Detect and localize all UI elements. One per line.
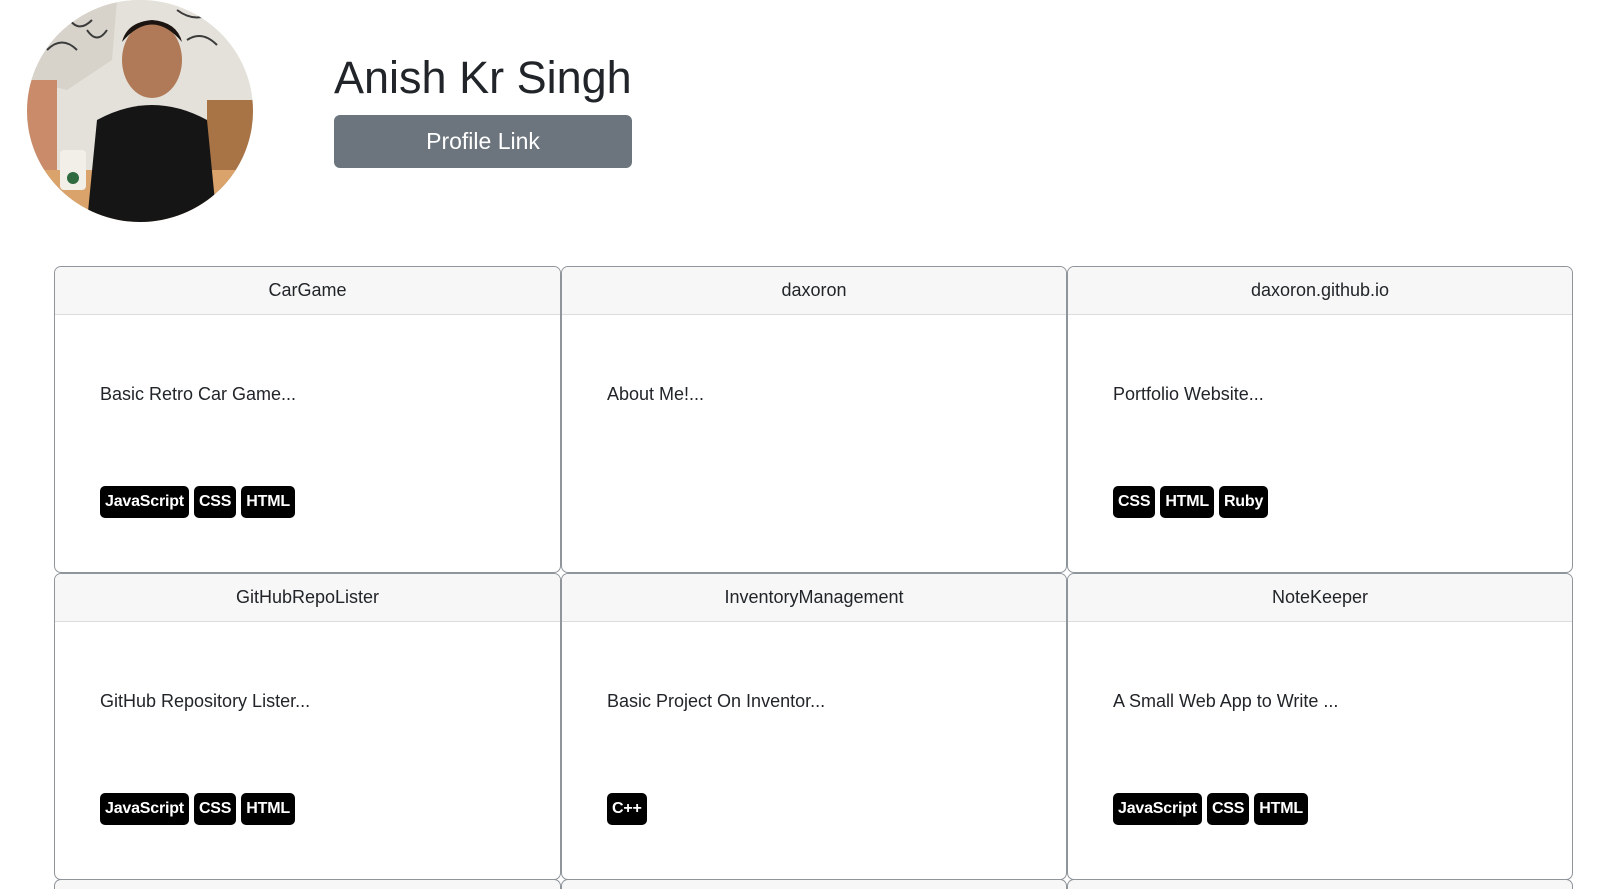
repo-grid: CarGame Basic Retro Car Game... JavaScri… [54,266,1573,880]
language-badge: CSS [1113,486,1156,518]
repo-description: GitHub Repository Lister... [100,691,311,711]
profile-link-button[interactable]: Profile Link [334,115,632,168]
repo-card[interactable]: daxoron.github.io Portfolio Website... C… [1067,266,1573,573]
repo-card[interactable]: NoteKeeper A Small Web App to Write ... … [1067,573,1573,880]
repo-description: About Me!... [607,384,705,404]
repo-card[interactable]: InventoryManagement Basic Project On Inv… [561,573,1067,880]
language-badge: HTML [1160,486,1214,518]
next-row-cards [54,879,1573,889]
language-badge: CSS [193,486,237,518]
repo-description: A Small Web App to Write ... [1113,691,1339,711]
language-badge: JavaScript [100,486,189,518]
language-badges: JavaScript CSS HTML [1113,793,1308,825]
repo-card-partial[interactable] [561,879,1067,889]
language-badge: CSS [193,793,237,825]
language-badges: CSS HTML Ruby [1113,486,1269,518]
repo-name[interactable]: daxoron [562,267,1066,315]
repo-description: Portfolio Website... [1113,384,1264,404]
repo-name[interactable]: CarGame [55,267,560,315]
language-badge: Ruby [1218,486,1269,518]
language-badge: HTML [241,793,295,825]
profile-header: Anish Kr Singh Profile Link [0,0,1619,260]
repo-name[interactable]: GitHubRepoLister [55,574,560,622]
language-badges: JavaScript CSS HTML [100,486,295,518]
language-badges: C++ [607,793,647,825]
repo-card[interactable]: GitHubRepoLister GitHub Repository Liste… [54,573,561,880]
repo-name[interactable]: InventoryManagement [562,574,1066,622]
language-badge: CSS [1206,793,1250,825]
profile-name: Anish Kr Singh [334,52,632,103]
repo-name[interactable]: NoteKeeper [1068,574,1572,622]
repo-description: Basic Project On Inventor... [607,691,826,711]
language-badge: C++ [607,793,647,825]
repo-card-partial[interactable] [54,879,561,889]
avatar-photo [27,0,253,222]
repo-card[interactable]: daxoron About Me!... [561,266,1067,573]
language-badge: HTML [1254,793,1308,825]
repo-card[interactable]: CarGame Basic Retro Car Game... JavaScri… [54,266,561,573]
repo-description: Basic Retro Car Game... [100,384,297,404]
repo-name[interactable]: daxoron.github.io [1068,267,1572,315]
language-badge: JavaScript [1113,793,1202,825]
profile-avatar [27,0,253,222]
language-badge: JavaScript [100,793,189,825]
language-badge: HTML [241,486,295,518]
language-badges: JavaScript CSS HTML [100,793,295,825]
repo-card-partial[interactable] [1067,879,1573,889]
